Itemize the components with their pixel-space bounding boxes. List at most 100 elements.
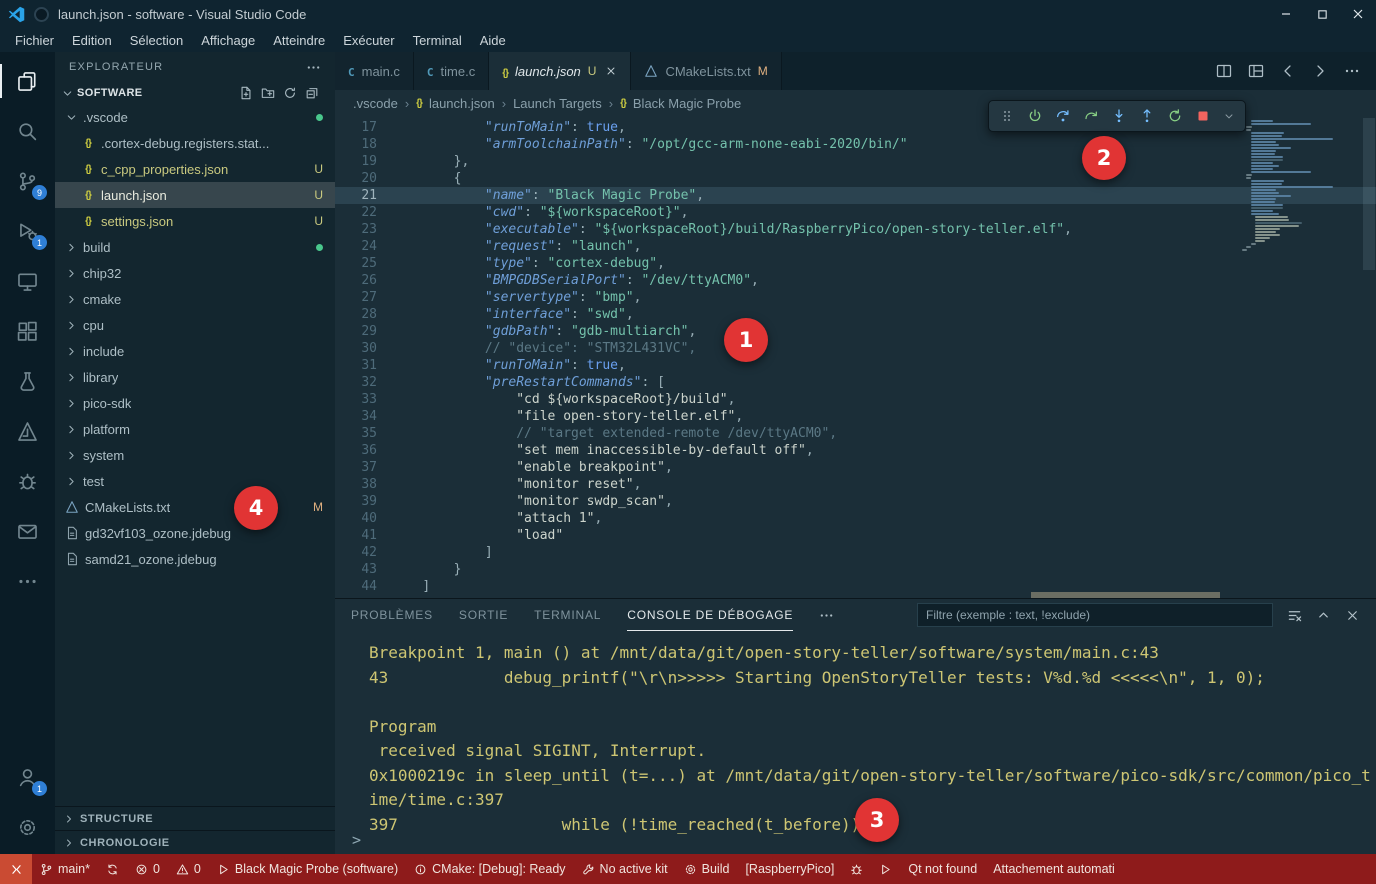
statusbar-item-main-[interactable]: main* — [32, 854, 98, 884]
tabbar-forward-arrow-icon[interactable] — [1312, 63, 1328, 79]
tree-item-library[interactable]: library — [55, 364, 335, 390]
code-line-27[interactable]: 27 "servertype": "bmp", — [335, 289, 1376, 306]
menu-item-affichage[interactable]: Affichage — [192, 31, 264, 50]
tree-item-cmakelists-txt[interactable]: CMakeLists.txtM — [55, 494, 335, 520]
activity-explorer-icon[interactable] — [0, 56, 55, 106]
code-line-42[interactable]: 42 ] — [335, 544, 1376, 561]
tab-launch.json[interactable]: {}launch.jsonU — [489, 52, 631, 90]
tab-cmakelists.txt[interactable]: CMakeLists.txtM — [631, 52, 781, 90]
panel-tab-sortie[interactable]: SORTIE — [459, 599, 508, 631]
tree-item-platform[interactable]: platform — [55, 416, 335, 442]
panel-tab-console-de-d-bogage[interactable]: CONSOLE DE DÉBOGAGE — [627, 599, 793, 631]
step-into-icon[interactable] — [1111, 108, 1127, 124]
activity-test-flask-icon[interactable] — [0, 356, 55, 406]
activity-account-icon[interactable]: 1 — [0, 752, 55, 802]
code-line-25[interactable]: 25 "type": "cortex-debug", — [335, 255, 1376, 272]
statusbar-item-0[interactable]: 0 — [168, 854, 209, 884]
code-line-38[interactable]: 38 "monitor reset", — [335, 476, 1376, 493]
breadcrumb-item[interactable]: launch.json — [429, 96, 495, 111]
code-line-19[interactable]: 19 }, — [335, 153, 1376, 170]
tree-item-c-cpp-properties-json[interactable]: {}c_cpp_properties.jsonU — [55, 156, 335, 182]
tabbar-layout-icon[interactable] — [1248, 63, 1264, 79]
statusbar-item-cmake-debug-ready[interactable]: CMake: [Debug]: Ready — [406, 854, 573, 884]
statusbar-item-attachement-automati[interactable]: Attachement automati — [985, 854, 1123, 884]
debug-console-prompt[interactable]: > — [352, 831, 361, 849]
sidebar-section-chronologie[interactable]: CHRONOLOGIE — [55, 830, 335, 854]
sidebar-action-collapse-all-icon[interactable] — [305, 86, 319, 100]
restart-icon[interactable] — [1167, 108, 1183, 124]
code-editor[interactable]: 17 "runToMain": true,18 "armToolchainPat… — [335, 116, 1376, 598]
statusbar-item-no-active-kit[interactable]: No active kit — [574, 854, 676, 884]
breadcrumb-item[interactable]: .vscode — [353, 96, 398, 111]
tree-item-gd32vf103-ozone-jdebug[interactable]: gd32vf103_ozone.jdebug — [55, 520, 335, 546]
code-line-30[interactable]: 30 // "device": "STM32L431VC", — [335, 340, 1376, 357]
code-line-32[interactable]: 32 "preRestartCommands": [ — [335, 374, 1376, 391]
activity-remote-explorer-icon[interactable] — [0, 256, 55, 306]
chevron-down-icon[interactable] — [1223, 110, 1235, 122]
code-line-24[interactable]: 24 "request": "launch", — [335, 238, 1376, 255]
menu-item-terminal[interactable]: Terminal — [404, 31, 471, 50]
maximize-button[interactable] — [1304, 0, 1340, 28]
explorer-more-icon[interactable] — [306, 60, 321, 75]
drag-handle-icon[interactable] — [999, 108, 1015, 124]
add-configuration-button[interactable]: Ajouter une configuration... — [1031, 592, 1220, 598]
code-line-23[interactable]: 23 "executable": "${workspaceRoot}/build… — [335, 221, 1376, 238]
step-over-icon[interactable] — [1055, 108, 1071, 124]
code-line-35[interactable]: 35 // "target extended-remote /dev/ttyAC… — [335, 425, 1376, 442]
tree-item-launch-json[interactable]: {}launch.jsonU — [55, 182, 335, 208]
statusbar-item-qt-not-found[interactable]: Qt not found — [900, 854, 985, 884]
tree-item-chip32[interactable]: chip32 — [55, 260, 335, 286]
breadcrumb-item[interactable]: Launch Targets — [513, 96, 602, 111]
menu-item-sélection[interactable]: Sélection — [121, 31, 192, 50]
menu-item-atteindre[interactable]: Atteindre — [264, 31, 334, 50]
statusbar-item[interactable] — [871, 854, 900, 884]
menu-item-aide[interactable]: Aide — [471, 31, 515, 50]
tree-item-build[interactable]: build — [55, 234, 335, 260]
tree-item-pico-sdk[interactable]: pico-sdk — [55, 390, 335, 416]
menu-item-exécuter[interactable]: Exécuter — [334, 31, 403, 50]
activity-cmake-tools-icon[interactable] — [0, 406, 55, 456]
tab-time.c[interactable]: Ctime.c — [414, 52, 489, 90]
menu-item-edition[interactable]: Edition — [63, 31, 121, 50]
power-icon[interactable] — [1027, 108, 1043, 124]
activity-run-debug-icon[interactable]: 1 — [0, 206, 55, 256]
code-line-21[interactable]: 21 "name": "Black Magic Probe", — [335, 187, 1376, 204]
code-line-29[interactable]: 29 "gdbPath": "gdb-multiarch", — [335, 323, 1376, 340]
activity-settings-gear-icon[interactable] — [0, 802, 55, 852]
activity-extensions-icon[interactable] — [0, 306, 55, 356]
minimize-button[interactable] — [1268, 0, 1304, 28]
debug-console-filter-input[interactable] — [917, 603, 1273, 627]
activity-more-views-icon[interactable] — [0, 556, 55, 606]
tree-item-settings-json[interactable]: {}settings.jsonU — [55, 208, 335, 234]
panel-tab-terminal[interactable]: TERMINAL — [534, 599, 601, 631]
breadcrumb-item[interactable]: Black Magic Probe — [633, 96, 741, 111]
tree-item-test[interactable]: test — [55, 468, 335, 494]
code-line-40[interactable]: 40 "attach 1", — [335, 510, 1376, 527]
code-line-39[interactable]: 39 "monitor swdp_scan", — [335, 493, 1376, 510]
activity-source-control-icon[interactable]: 9 — [0, 156, 55, 206]
code-line-33[interactable]: 33 "cd ${workspaceRoot}/build", — [335, 391, 1376, 408]
tree-item-cpu[interactable]: cpu — [55, 312, 335, 338]
tab-close-icon[interactable] — [605, 65, 617, 77]
activity-search-icon[interactable] — [0, 106, 55, 156]
panel-close-icon[interactable] — [1345, 608, 1360, 623]
tree-item--cortex-debug-registers-stat-[interactable]: {}.cortex-debug.registers.stat... — [55, 130, 335, 156]
tab-main.c[interactable]: Cmain.c — [335, 52, 414, 90]
statusbar-item-build[interactable]: Build — [676, 854, 738, 884]
stop-icon[interactable] — [1195, 108, 1211, 124]
panel-tab-probl-mes[interactable]: PROBLÈMES — [351, 599, 433, 631]
tree-item-samd21-ozone-jdebug[interactable]: samd21_ozone.jdebug — [55, 546, 335, 572]
editor-scrollbar[interactable] — [1363, 118, 1375, 270]
tabbar-back-arrow-icon[interactable] — [1280, 63, 1296, 79]
activity-debug-bug-icon[interactable] — [0, 456, 55, 506]
statusbar-item--raspberrypico-[interactable]: [RaspberryPico] — [737, 854, 842, 884]
tree-item-cmake[interactable]: cmake — [55, 286, 335, 312]
minimap[interactable] — [1238, 120, 1360, 252]
code-line-37[interactable]: 37 "enable breakpoint", — [335, 459, 1376, 476]
code-line-43[interactable]: 43 } — [335, 561, 1376, 578]
tree-item--vscode[interactable]: .vscode — [55, 104, 335, 130]
code-line-26[interactable]: 26 "BMPGDBSerialPort": "/dev/ttyACM0", — [335, 272, 1376, 289]
sidebar-action-new-folder-icon[interactable] — [261, 86, 275, 100]
panel-clear-console-icon[interactable] — [1287, 608, 1302, 623]
code-line-41[interactable]: 41 "load" — [335, 527, 1376, 544]
